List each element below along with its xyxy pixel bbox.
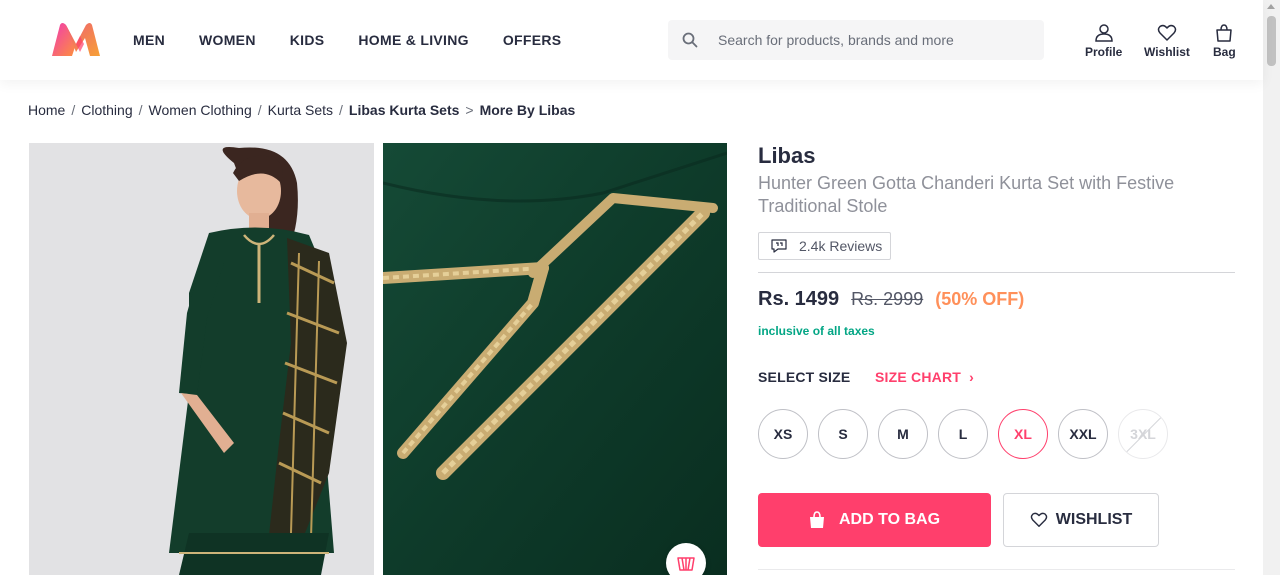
size-chart-label: SIZE CHART — [875, 369, 961, 385]
size-option-s[interactable]: S — [818, 409, 868, 459]
selling-price: Rs. 1499 — [758, 288, 840, 310]
size-selector: XS S M L XL XXL 3XL — [758, 409, 1178, 459]
product-brand: Libas — [758, 143, 816, 168]
select-size-heading: SELECT SIZE — [758, 369, 851, 385]
page-scrollbar[interactable] — [1263, 0, 1280, 575]
site-header: MEN WOMEN KIDS HOME & LIVING OFFERS Prof… — [0, 0, 1263, 80]
wishlist-header-button[interactable]: Wishlist — [1144, 24, 1190, 59]
heart-icon — [1157, 24, 1177, 41]
bag-label: Bag — [1213, 45, 1236, 59]
breadcrumb-separator: / — [71, 102, 76, 118]
reviews-icon — [771, 239, 787, 253]
scroll-up-arrow-icon[interactable] — [1267, 4, 1275, 9]
search-input[interactable] — [712, 32, 1032, 48]
reviews-button[interactable]: 2.4k Reviews — [758, 232, 892, 260]
size-option-l[interactable]: L — [938, 409, 988, 459]
profile-label: Profile — [1085, 45, 1123, 59]
product-image-closeup[interactable] — [383, 143, 727, 575]
nav-women[interactable]: WOMEN — [199, 32, 256, 48]
profile-button[interactable]: Profile — [1085, 24, 1122, 59]
price-row: Rs. 1499 Rs. 2999 (50% OFF) — [758, 288, 1024, 311]
size-option-xs[interactable]: XS — [758, 409, 808, 459]
size-option-xxl[interactable]: XXL — [1058, 409, 1108, 459]
myntra-logo[interactable] — [50, 22, 102, 58]
bag-icon — [1216, 24, 1233, 42]
size-option-3xl: 3XL — [1118, 409, 1168, 459]
profile-icon — [1094, 24, 1113, 42]
add-to-bag-button[interactable]: ADD TO BAG — [758, 493, 991, 547]
nav-kids[interactable]: KIDS — [290, 32, 325, 48]
main-nav: MEN WOMEN KIDS HOME & LIVING OFFERS — [133, 0, 595, 80]
fabric-closeup-illustration — [383, 143, 727, 575]
info-divider — [758, 272, 1235, 273]
product-image-model[interactable] — [29, 143, 374, 575]
heart-icon — [1030, 512, 1048, 527]
scrollbar-thumb[interactable] — [1267, 16, 1276, 66]
discount-percent: (50% OFF) — [935, 289, 1025, 309]
model-illustration — [29, 143, 374, 575]
size-option-xl[interactable]: XL — [998, 409, 1048, 459]
chevron-right-icon: › — [969, 369, 974, 385]
product-name: Hunter Green Gotta Chanderi Kurta Set wi… — [758, 173, 1175, 216]
breadcrumb-women-clothing[interactable]: Women Clothing — [149, 102, 252, 118]
bag-icon — [809, 511, 824, 528]
add-to-bag-label: ADD TO BAG — [838, 511, 941, 528]
similar-items-icon — [677, 557, 695, 571]
breadcrumb-more-by-libas[interactable]: More By Libas — [480, 102, 576, 118]
search-icon[interactable] — [668, 20, 712, 60]
breadcrumb-separator: > — [465, 102, 474, 118]
tax-note: inclusive of all taxes — [758, 324, 875, 338]
wishlist-label: Wishlist — [1144, 45, 1190, 59]
search-bar — [668, 20, 1044, 60]
breadcrumb-libas-kurta-sets[interactable]: Libas Kurta Sets — [349, 102, 459, 118]
breadcrumb: Home / Clothing / Women Clothing / Kurta… — [28, 102, 575, 118]
unavailable-strike — [1121, 412, 1167, 457]
actions-divider — [758, 569, 1235, 570]
breadcrumb-home[interactable]: Home — [28, 102, 65, 118]
mrp-price: Rs. 2999 — [851, 289, 924, 309]
nav-home-living[interactable]: HOME & LIVING — [358, 32, 468, 48]
breadcrumb-separator: / — [257, 102, 262, 118]
breadcrumb-clothing[interactable]: Clothing — [81, 102, 132, 118]
size-option-m[interactable]: M — [878, 409, 928, 459]
breadcrumb-separator: / — [339, 102, 343, 118]
nav-offers[interactable]: OFFERS — [503, 32, 562, 48]
wishlist-button-label: WISHLIST — [1055, 511, 1133, 528]
bag-button[interactable]: Bag — [1213, 24, 1236, 59]
view-similar-button[interactable] — [666, 543, 706, 575]
reviews-count: 2.4k Reviews — [799, 238, 883, 254]
wishlist-button[interactable]: WISHLIST — [1003, 493, 1159, 547]
nav-men[interactable]: MEN — [133, 32, 165, 48]
breadcrumb-separator: / — [138, 102, 143, 118]
breadcrumb-kurta-sets[interactable]: Kurta Sets — [268, 102, 333, 118]
size-chart-link[interactable]: SIZE CHART › — [875, 369, 974, 385]
